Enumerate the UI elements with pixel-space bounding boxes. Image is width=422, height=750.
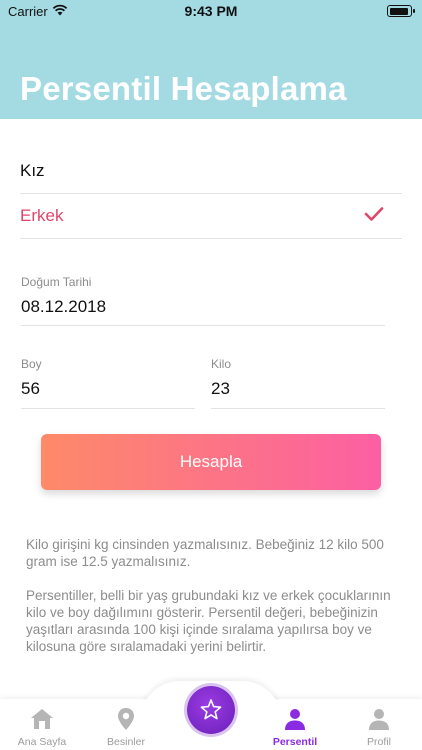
center-action-button[interactable] (187, 686, 235, 734)
status-time: 9:43 PM (184, 3, 238, 19)
gender-option-kiz[interactable]: Kız (20, 149, 402, 194)
info-text-percentile: Persentiller, belli bir yaş grubundaki k… (26, 588, 391, 654)
tab-label: Besinler (107, 736, 145, 748)
calculate-button[interactable]: Hesapla (41, 434, 381, 490)
gender-option-label: Erkek (20, 206, 64, 225)
birth-date-label: Doğum Tarihi (21, 275, 92, 289)
page-title: Persentil Hesaplama (20, 70, 347, 107)
tab-label: Ana Sayfa (17, 736, 67, 748)
location-pin-icon (118, 708, 134, 730)
weight-field[interactable]: 23 (211, 379, 230, 399)
divider (21, 408, 195, 409)
tab-profil[interactable]: Profil (337, 703, 421, 750)
tab-label: Profil (367, 736, 391, 748)
tab-besinler[interactable]: Besinler (84, 703, 168, 750)
height-label: Boy (21, 357, 42, 371)
home-icon (31, 709, 53, 729)
gender-option-label: Kız (20, 161, 45, 180)
tab-ana-sayfa[interactable]: Ana Sayfa (0, 703, 84, 750)
tab-label: Persentil (272, 736, 318, 748)
gender-option-erkek[interactable]: Erkek (20, 194, 402, 239)
profile-icon (369, 709, 389, 730)
status-bar: Carrier 9:43 PM (0, 0, 422, 24)
info-text-kg: Kilo girişini kg cinsinden yazmalısınız.… (26, 537, 384, 569)
star-icon (200, 699, 222, 720)
battery-icon (387, 5, 415, 17)
birth-date-field[interactable]: 08.12.2018 (21, 297, 106, 317)
divider (211, 408, 385, 409)
divider (21, 325, 385, 326)
weight-label: Kilo (211, 357, 232, 371)
tab-persentil[interactable]: Persentil (253, 703, 337, 750)
checkmark-icon (364, 207, 384, 221)
person-icon (285, 709, 305, 730)
header: Carrier 9:43 PM Persentil Hesaplama (0, 0, 422, 119)
height-field[interactable]: 56 (21, 379, 40, 399)
